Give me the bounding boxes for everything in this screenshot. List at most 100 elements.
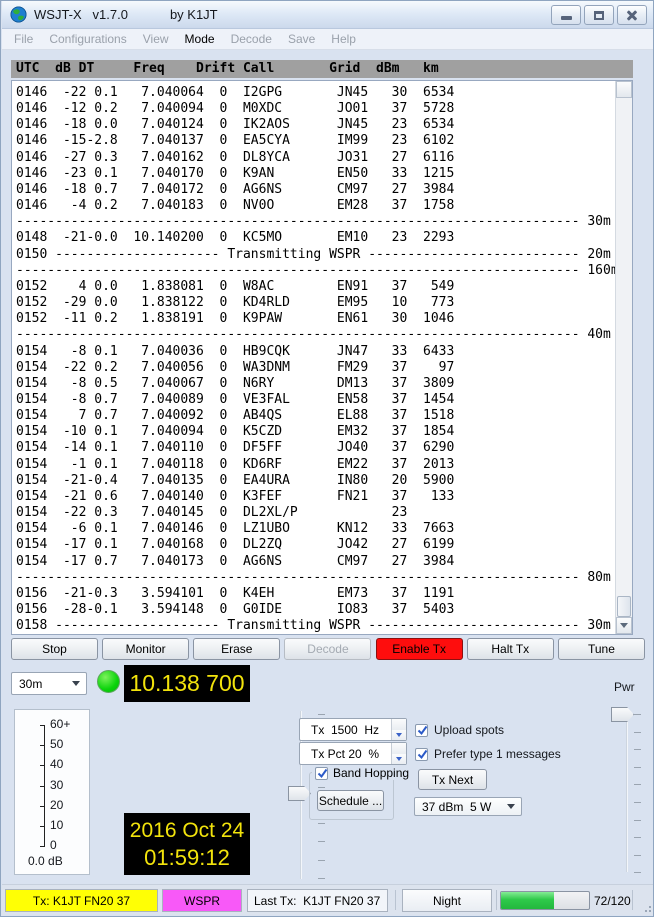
slider-tick (634, 802, 641, 803)
app-icon (10, 6, 27, 23)
menu-configurations[interactable]: Configurations (41, 29, 134, 49)
band-separator-line: ----------------------------------------… (16, 327, 619, 343)
gain-slider-handle[interactable] (288, 786, 311, 801)
decode-button[interactable]: Decode (284, 638, 371, 660)
power-selector[interactable]: 37 dBm 5 W (414, 797, 522, 816)
prefer-type1-checkbox[interactable] (415, 748, 428, 761)
erase-button[interactable]: Erase (193, 638, 280, 660)
spin-up-button[interactable] (392, 719, 406, 730)
meter-tick (40, 725, 45, 726)
decode-line: 0154 -6 0.1 7.040146 0 LZ1UBO KN12 33 76… (16, 521, 619, 537)
tx-pct-value[interactable]: Tx Pct 20 % (300, 743, 390, 764)
wsjtx-window: WSJT-X v1.7.0 by K1JT FileConfigurations… (0, 0, 654, 917)
decode-line: 0146 -27 0.3 7.040162 0 DL8YCA JO31 27 6… (16, 150, 619, 166)
tx-pct-spin-arrows (391, 743, 406, 764)
meter-tick (40, 745, 45, 746)
band-separator-line: ----------------------------------------… (16, 214, 619, 230)
spin-up-button[interactable] (392, 743, 406, 754)
menu-decode[interactable]: Decode (223, 29, 280, 49)
meter-tick-label: 20 (50, 799, 63, 812)
monitor-lamp (97, 670, 120, 693)
slider-tick (318, 878, 325, 879)
upload-spots-row: Upload spots (415, 723, 504, 737)
decode-line: 0152 -29 0.0 1.838122 0 KD4RLD EM95 10 7… (16, 295, 619, 311)
slider-tick (634, 820, 641, 821)
tx-next-button[interactable]: Tx Next (418, 769, 487, 790)
meter-tick-label: 40 (50, 758, 63, 771)
maximize-button[interactable] (584, 5, 614, 25)
spin-down-button[interactable] (392, 730, 406, 741)
halt-tx-button[interactable]: Halt Tx (467, 638, 554, 660)
band-hopping-legend: Band Hopping (312, 766, 412, 780)
stop-button[interactable]: Stop (11, 638, 98, 660)
decode-line: 0146 -12 0.2 7.040094 0 M0XDC JO01 37 57… (16, 101, 619, 117)
status-bar: Tx: K1JT FN20 37 WSPR Last Tx: K1JT FN20… (2, 884, 654, 915)
menu-save[interactable]: Save (280, 29, 323, 49)
slider-tick (318, 823, 325, 824)
band-hopping-label: Band Hopping (333, 766, 409, 780)
spin-down-button[interactable] (392, 754, 406, 765)
status-divider (632, 890, 633, 910)
menu-file[interactable]: File (6, 29, 41, 49)
slider-tick (634, 784, 641, 785)
pwr-slider-groove[interactable] (626, 708, 628, 872)
meter-tick-label: 60+ (50, 718, 70, 731)
decode-line: 0146 -15-2.8 7.040137 0 EA5CYA IM99 23 6… (16, 133, 619, 149)
frequency-display: 10.138 700 (124, 665, 250, 702)
slider-tick (634, 872, 641, 873)
enable-tx-button[interactable]: Enable Tx (376, 638, 463, 660)
decode-line: 0154 -17 0.7 7.040173 0 AG6NS CM97 27 39… (16, 554, 619, 570)
scrollbar-thumb[interactable] (617, 596, 631, 617)
decode-line: 0146 -23 0.1 7.040170 0 K9AN EN50 33 121… (16, 166, 619, 182)
vertical-scrollbar[interactable] (615, 81, 632, 634)
monitor-button[interactable]: Monitor (102, 638, 189, 660)
transmit-line: 0158 --------------------- Transmitting … (16, 618, 619, 634)
band-separator-line: ----------------------------------------… (16, 263, 619, 279)
last-tx-panel: Last Tx: K1JT FN20 37 (247, 889, 388, 912)
band-selector[interactable]: 30m (11, 672, 87, 695)
slider-tick (634, 749, 641, 750)
menu-view[interactable]: View (135, 29, 177, 49)
chevron-down-icon (507, 804, 515, 809)
decode-line: 0156 -21-0.3 3.594101 0 K4EH EM73 37 119… (16, 586, 619, 602)
band-hopping-checkbox[interactable] (315, 767, 328, 780)
scroll-up-button[interactable] (616, 81, 632, 98)
decode-line: 0154 -22 0.3 7.040145 0 DL2XL/P 23 (16, 505, 619, 521)
title-bar: WSJT-X v1.7.0 by K1JT (2, 1, 654, 29)
slider-tick (634, 714, 641, 715)
period-panel: Night (402, 889, 492, 912)
decode-line: 0154 7 0.7 7.040092 0 AB4QS EL88 37 1518 (16, 408, 619, 424)
menu-bar: FileConfigurationsViewModeDecodeSaveHelp (2, 29, 654, 50)
pwr-slider-handle[interactable] (611, 707, 634, 722)
decode-line: 0154 -22 0.2 7.040056 0 WA3DNM FM29 37 9… (16, 360, 619, 376)
window-controls (551, 5, 647, 25)
menu-mode[interactable]: Mode (177, 29, 223, 49)
schedule-button[interactable]: Schedule ... (317, 790, 384, 811)
clock-display: 2016 Oct 24 01:59:12 (124, 813, 250, 875)
meter-tick (40, 826, 45, 827)
tune-button[interactable]: Tune (558, 638, 645, 660)
decode-line: 0154 -8 0.7 7.040089 0 VE3FAL EN58 37 14… (16, 392, 619, 408)
meter-tick (40, 846, 45, 847)
decode-table-header: UTC dB DT Freq Drift Call Grid dBm km (11, 60, 633, 78)
arrow-down-icon (396, 733, 402, 737)
resize-grip[interactable] (641, 902, 651, 912)
tx-message-panel: Tx: K1JT FN20 37 (5, 889, 158, 912)
band-selector-value: 30m (19, 677, 42, 691)
close-button[interactable] (617, 5, 647, 25)
window-title-byline: by K1JT (170, 7, 218, 22)
decode-line: 0152 -11 0.2 1.838191 0 K9PAW EN61 30 10… (16, 311, 619, 327)
minimize-button[interactable] (551, 5, 581, 25)
decode-line: 0154 -21 0.6 7.040140 0 K3FEF FN21 37 13… (16, 489, 619, 505)
tx-freq-value[interactable]: Tx 1500 Hz (300, 719, 390, 740)
scroll-down-button[interactable] (616, 617, 632, 634)
prefer-type1-row: Prefer type 1 messages (415, 747, 561, 761)
tx-freq-spinbox[interactable]: Tx 1500 Hz (299, 718, 407, 741)
mode-panel: WSPR (162, 889, 242, 912)
menu-help[interactable]: Help (323, 29, 364, 49)
decode-line: 0152 4 0.0 1.838081 0 W8AC EN91 37 549 (16, 279, 619, 295)
tx-pct-spinbox[interactable]: Tx Pct 20 % (299, 742, 407, 765)
decode-output[interactable]: 0146 -22 0.1 7.040064 0 I2GPG JN45 30 65… (11, 80, 633, 635)
upload-spots-checkbox[interactable] (415, 724, 428, 737)
tx-progress-fill (501, 892, 554, 909)
